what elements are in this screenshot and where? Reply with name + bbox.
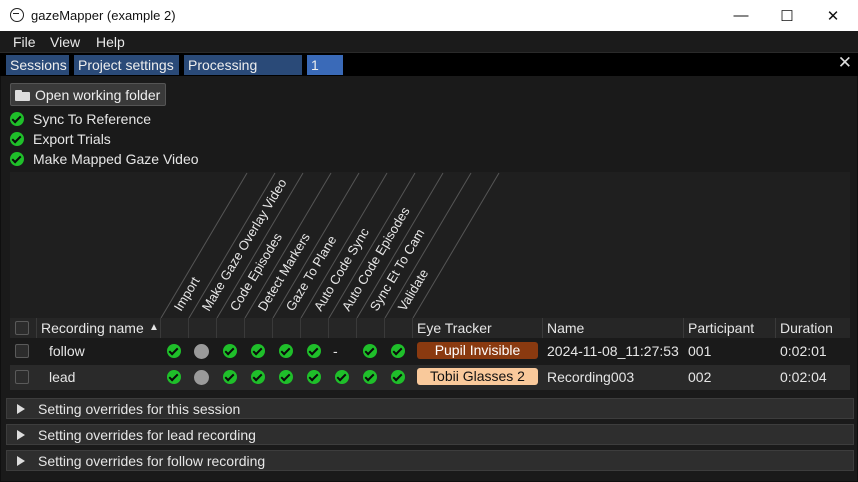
status-done-icon: [251, 370, 265, 387]
header-recording-name[interactable]: Recording name: [41, 320, 144, 336]
recording-session-name: 2024-11-08_11:27:53: [547, 343, 679, 359]
recordings-table-header: Recording name ▲ Eye Tracker Name Partic…: [10, 318, 850, 338]
status-done-icon: [251, 344, 265, 361]
overrides-label: Setting overrides for lead recording: [38, 427, 256, 443]
close-window-button[interactable]: ✕: [810, 0, 856, 31]
session-panel: Open working folder Sync To Reference Ex…: [1, 76, 857, 481]
menu-help[interactable]: Help: [96, 34, 125, 50]
participant-id: 002: [688, 369, 712, 385]
recording-name: follow: [49, 343, 85, 359]
status-header-background: [10, 172, 850, 318]
participant-id: 001: [688, 343, 712, 359]
status-done-icon: [279, 344, 293, 361]
status-not-applicable: -: [333, 343, 338, 359]
recording-name: lead: [49, 369, 76, 385]
menu-bar: File View Help: [0, 31, 858, 52]
status-done-icon: [307, 370, 321, 387]
column-divider: [328, 318, 329, 338]
recording-session-name: Recording003: [547, 369, 635, 385]
overrides-label: Setting overrides for follow recording: [38, 453, 266, 469]
status-done-icon: [363, 344, 377, 361]
column-divider: [384, 318, 385, 338]
column-divider: [36, 318, 37, 338]
header-participant[interactable]: Participant: [688, 320, 754, 336]
expand-arrow-icon: [17, 456, 25, 466]
overrides-lead-collapsible[interactable]: Setting overrides for lead recording: [6, 424, 854, 445]
overrides-label: Setting overrides for this session: [38, 401, 241, 417]
status-column-headers: ImportMake Gaze Overlay VideoCode Episod…: [10, 172, 850, 319]
table-row[interactable]: lead Tobii Glasses 2 Recording003 002 0:…: [10, 365, 850, 390]
tab-project-settings[interactable]: Project settings: [74, 55, 179, 75]
column-divider: [300, 318, 301, 338]
status-import-done-icon: [167, 370, 181, 387]
column-divider: [412, 318, 413, 338]
title-bar: gazeMapper (example 2) — ☐ ✕: [0, 0, 858, 31]
status-pending-icon: [194, 370, 209, 388]
header-duration[interactable]: Duration: [780, 320, 833, 336]
maximize-button[interactable]: ☐: [764, 0, 810, 31]
column-divider: [160, 318, 161, 338]
header-name[interactable]: Name: [547, 320, 584, 336]
table-row[interactable]: follow - Pupil Invisible 2024-11-08_11:2…: [10, 339, 850, 364]
row-checkbox[interactable]: [15, 370, 29, 384]
header-eye-tracker[interactable]: Eye Tracker: [417, 320, 492, 336]
column-divider: [542, 318, 543, 338]
status-done-icon: [307, 344, 321, 361]
sort-ascending-icon: ▲: [149, 322, 159, 333]
column-divider: [272, 318, 273, 338]
expand-arrow-icon: [17, 430, 25, 440]
overrides-follow-collapsible[interactable]: Setting overrides for follow recording: [6, 450, 854, 471]
window-title: gazeMapper (example 2): [31, 8, 176, 23]
overrides-session-collapsible[interactable]: Setting overrides for this session: [6, 398, 854, 419]
column-divider: [356, 318, 357, 338]
status-done-icon: [223, 344, 237, 361]
menu-file[interactable]: File: [13, 34, 36, 50]
recording-duration: 0:02:04: [780, 369, 827, 385]
status-done-icon: [391, 370, 405, 387]
menu-view[interactable]: View: [50, 34, 80, 50]
expand-arrow-icon: [17, 404, 25, 414]
column-divider: [188, 318, 189, 338]
status-import-done-icon: [167, 344, 181, 361]
row-checkbox[interactable]: [15, 344, 29, 358]
status-done-icon: [363, 370, 377, 387]
column-divider: [775, 318, 776, 338]
eye-tracker-badge: Pupil Invisible: [417, 342, 538, 359]
column-divider: [244, 318, 245, 338]
column-divider: [683, 318, 684, 338]
tab-bar: Sessions Project settings Processing que…: [0, 52, 858, 93]
app-icon: [10, 8, 24, 22]
close-tab-icon[interactable]: ✕: [838, 53, 852, 73]
status-done-icon: [279, 370, 293, 387]
eye-tracker-badge: Tobii Glasses 2: [417, 368, 538, 385]
recording-duration: 0:02:01: [780, 343, 827, 359]
minimize-button[interactable]: —: [718, 0, 764, 31]
status-done-icon: [391, 344, 405, 361]
tab-session-1[interactable]: 1: [307, 55, 343, 75]
tab-sessions[interactable]: Sessions: [6, 55, 69, 75]
tab-processing-queue[interactable]: Processing queue: [184, 55, 302, 93]
status-done-icon: [223, 370, 237, 387]
select-all-checkbox[interactable]: [15, 321, 29, 335]
column-divider: [216, 318, 217, 338]
status-done-icon: [335, 370, 349, 387]
status-pending-icon: [194, 344, 209, 362]
